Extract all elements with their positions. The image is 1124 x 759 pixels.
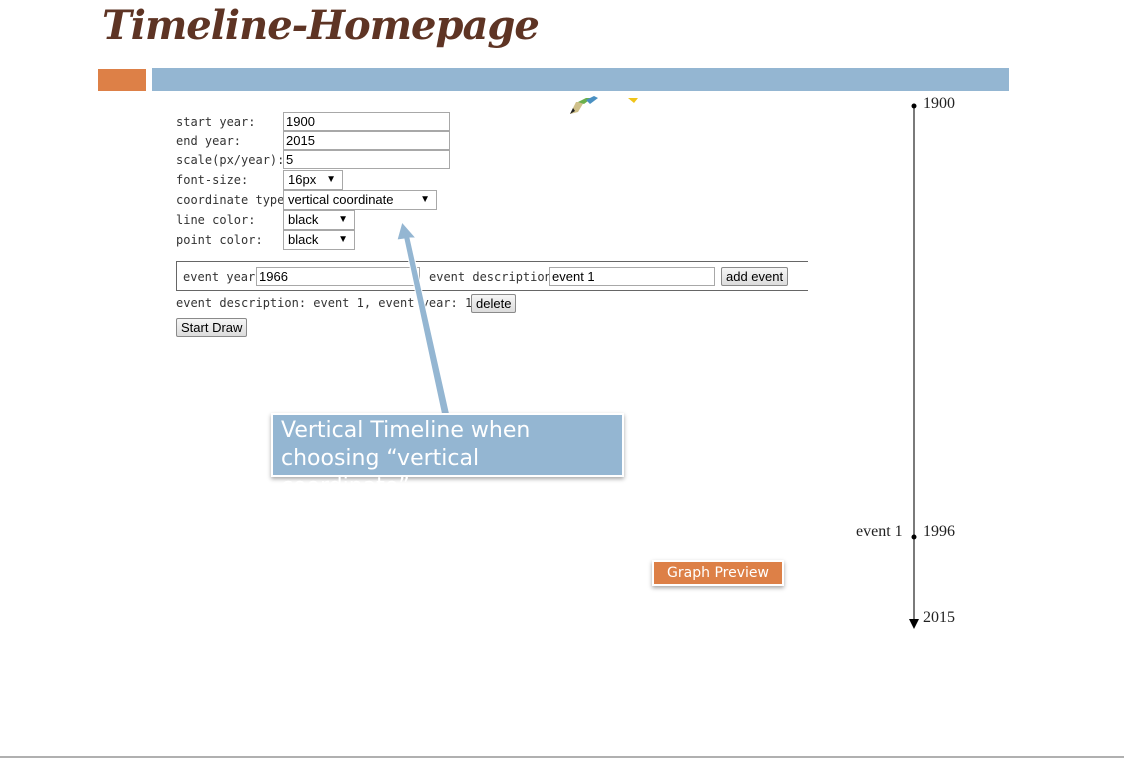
timeline-start-point [911, 103, 917, 109]
timeline-event-name: event 1 [856, 523, 903, 540]
coordinate-type-select[interactable]: vertical coordinate ▼ [283, 190, 437, 210]
timeline-start-label: 1900 [923, 95, 955, 112]
timeline-event-point [911, 534, 917, 540]
start-draw-button[interactable]: Start Draw [176, 318, 248, 337]
timeline-end-arrow [909, 619, 919, 629]
banner-bar [152, 68, 1009, 91]
pencil-icon [570, 96, 638, 114]
dropdown-arrow-icon: ▼ [326, 174, 336, 185]
timeline-axis [909, 103, 919, 629]
start-year-label: start year: [176, 115, 256, 129]
font-size-select[interactable]: 16px ▼ [283, 170, 343, 190]
line-color-label: line color: [176, 213, 256, 227]
font-size-value: 16px [288, 172, 317, 187]
point-color-label: point color: [176, 233, 263, 247]
accent-block [98, 69, 146, 91]
callout-box: Vertical Timeline when choosing “vertica… [271, 413, 624, 499]
callout-arrow [396, 222, 451, 417]
font-size-label: font-size: [176, 173, 249, 187]
point-color-select[interactable]: black ▼ [283, 230, 355, 250]
line-color-value: black [288, 212, 319, 227]
start-year-input[interactable]: 1900 [283, 112, 450, 131]
footer-divider [0, 756, 1124, 758]
end-year-input[interactable]: 2015 [283, 131, 450, 150]
coordinate-type-label: coordinate type: [176, 193, 292, 207]
dropdown-arrow-icon: ▼ [420, 194, 430, 205]
event-entry-form: event year: 1966 event description: even… [176, 261, 808, 291]
slide-title: Timeline-Homepage [102, 2, 540, 49]
add-event-button[interactable]: add event [721, 267, 789, 286]
event-year-label: event year: [183, 270, 263, 284]
end-year-label: end year: [176, 134, 242, 148]
scale-input[interactable]: 5 [283, 150, 450, 169]
scale-label: scale(px/year): [176, 153, 285, 167]
point-color-value: black [288, 232, 319, 247]
graph-preview-badge: Graph Preview [652, 560, 784, 586]
dropdown-arrow-icon: ▼ [338, 214, 348, 225]
delete-event-button[interactable]: delete [471, 294, 517, 313]
line-color-select[interactable]: black ▼ [283, 210, 355, 230]
coordinate-type-value: vertical coordinate [288, 192, 394, 207]
dropdown-arrow-icon: ▼ [338, 234, 348, 245]
vertical-timeline: 1900 event 1 1996 2015 [850, 95, 990, 635]
callout-line-2: choosing “vertical coordinate” [281, 446, 480, 499]
event-description-input[interactable]: event 1 [549, 267, 715, 286]
timeline-event-year: 1996 [923, 523, 955, 540]
timeline-end-label: 2015 [923, 609, 955, 626]
callout-line-1: Vertical Timeline when [281, 418, 531, 443]
